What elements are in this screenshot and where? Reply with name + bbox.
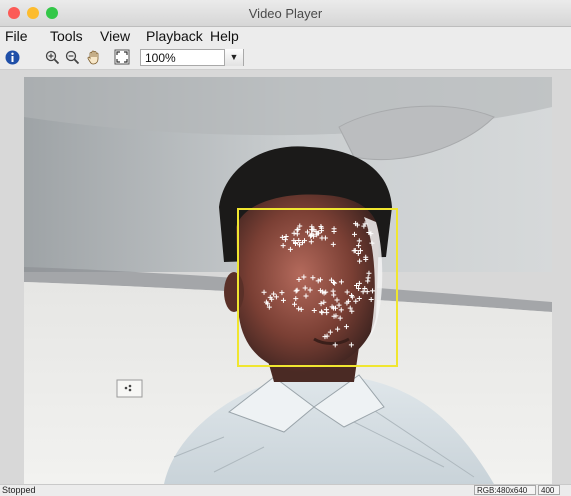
pan-hand-icon[interactable] bbox=[86, 49, 102, 65]
menu-bar: File Tools View Playback Help bbox=[0, 27, 571, 46]
menu-playback[interactable]: Playback bbox=[146, 27, 203, 46]
toolbar: 100% ▼ bbox=[0, 46, 571, 70]
status-format-field: RGB:480x640 bbox=[474, 485, 536, 495]
title-bar: Video Player bbox=[0, 0, 571, 27]
video-display-area bbox=[0, 70, 571, 484]
info-icon[interactable] bbox=[4, 49, 20, 65]
video-frame-image bbox=[24, 77, 552, 484]
zoom-out-icon[interactable] bbox=[64, 49, 80, 65]
zoom-in-icon[interactable] bbox=[44, 49, 60, 65]
status-bar: Stopped RGB:480x640 400 bbox=[0, 484, 571, 496]
menu-help[interactable]: Help bbox=[210, 27, 239, 46]
wall-switch bbox=[116, 379, 143, 398]
fit-to-window-icon[interactable] bbox=[114, 49, 130, 65]
chevron-down-icon[interactable]: ▼ bbox=[224, 49, 243, 66]
video-frame bbox=[24, 77, 552, 484]
menu-view[interactable]: View bbox=[100, 27, 130, 46]
window-title: Video Player bbox=[248, 6, 323, 21]
zoom-level-select[interactable]: 100% ▼ bbox=[140, 49, 244, 66]
zoom-level-value: 100% bbox=[145, 51, 176, 65]
menu-tools[interactable]: Tools bbox=[50, 27, 83, 46]
status-text: Stopped bbox=[2, 485, 36, 495]
menu-file[interactable]: File bbox=[5, 27, 28, 46]
status-frame-field: 400 bbox=[538, 485, 560, 495]
